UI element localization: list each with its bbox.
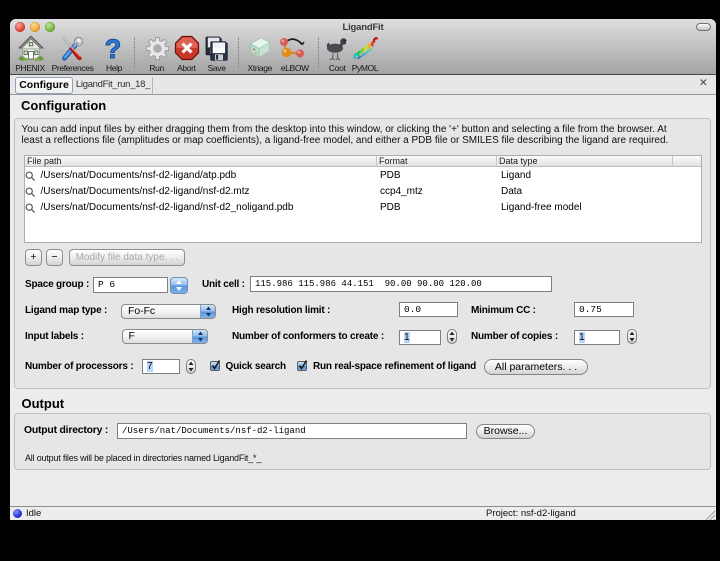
svg-text:?: ?: [105, 35, 122, 62]
